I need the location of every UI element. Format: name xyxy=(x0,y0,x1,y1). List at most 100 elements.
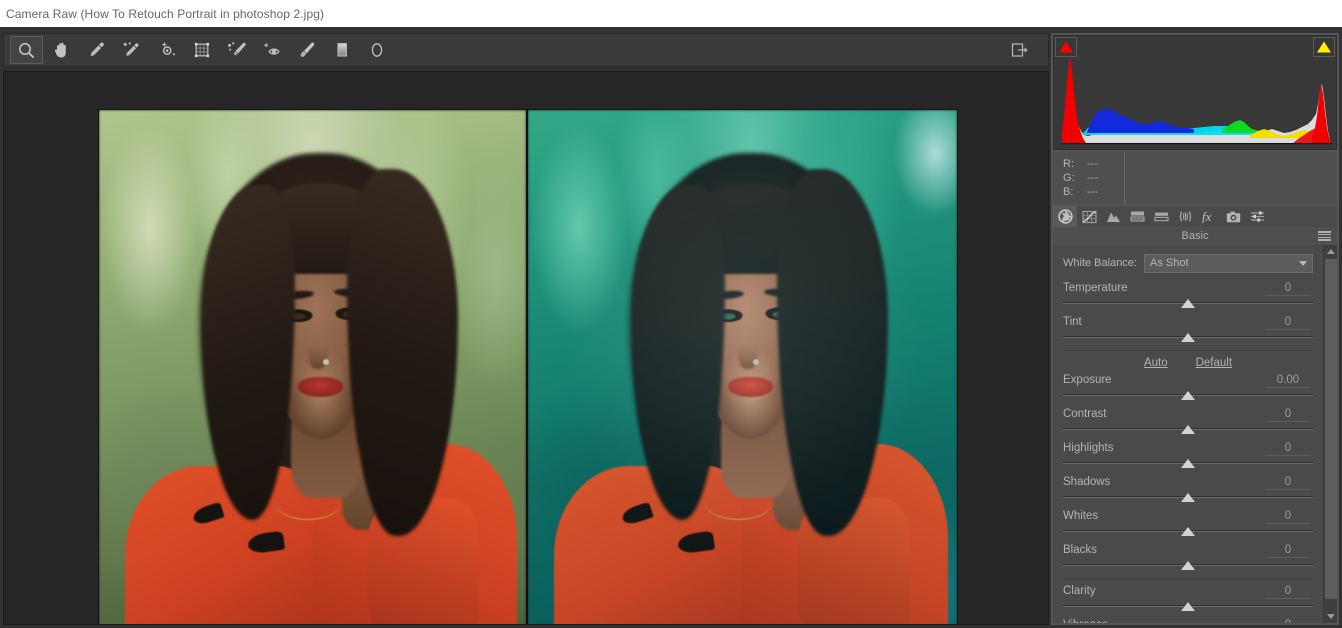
tab-lens-corrections[interactable] xyxy=(1173,206,1197,227)
slider-thumb[interactable] xyxy=(1181,602,1195,611)
graduated-filter-tool[interactable] xyxy=(325,36,358,64)
slider-shadows: Shadows 0 xyxy=(1063,476,1313,502)
slider-track[interactable] xyxy=(1063,561,1313,570)
tab-camera-calibration[interactable] xyxy=(1221,206,1245,227)
split-toning-icon xyxy=(1153,212,1169,222)
slider-track[interactable] xyxy=(1063,299,1313,308)
svg-text:fx: fx xyxy=(1202,210,1212,223)
color-sampler-tool[interactable] xyxy=(115,36,148,64)
panel-menu-icon[interactable] xyxy=(1318,231,1331,241)
rgb-row-r: R: --- xyxy=(1063,157,1124,171)
slider-value[interactable]: 0 xyxy=(1265,316,1311,330)
slider-value[interactable]: 0 xyxy=(1265,408,1311,422)
preview-canvas[interactable] xyxy=(3,71,1049,625)
camera-icon xyxy=(1226,211,1240,222)
slider-value[interactable]: 0 xyxy=(1265,619,1311,623)
slider-thumb[interactable] xyxy=(1181,425,1195,434)
camera-raw-window: R: --- G: --- B: --- fx Basic White Bala… xyxy=(0,27,1342,628)
white-balance-select[interactable]: As Shot xyxy=(1143,253,1313,273)
nose-stud xyxy=(752,359,760,365)
white-balance-value: As Shot xyxy=(1149,257,1189,269)
scroll-down-arrow-icon[interactable] xyxy=(1324,610,1338,623)
tab-effects[interactable]: fx xyxy=(1197,206,1221,227)
slider-whites: Whites 0 xyxy=(1063,510,1313,536)
spot-removal-tool[interactable] xyxy=(220,36,253,64)
rgb-row-g: G: --- xyxy=(1063,171,1124,185)
slider-value[interactable]: 0 xyxy=(1265,476,1311,490)
slider-thumb[interactable] xyxy=(1181,459,1195,468)
radial-filter-tool[interactable] xyxy=(360,36,393,64)
shadow-clipping-triangle-icon xyxy=(1059,41,1073,53)
slider-thumb[interactable] xyxy=(1181,333,1195,342)
tab-hsl-grayscale[interactable] xyxy=(1125,206,1149,227)
slider-exposure: Exposure 0.00 xyxy=(1063,374,1313,400)
panel-divider xyxy=(1063,578,1313,579)
slider-track[interactable] xyxy=(1063,493,1313,502)
slider-track[interactable] xyxy=(1063,602,1313,611)
before-after-preview[interactable] xyxy=(99,110,957,624)
auto-link[interactable]: Auto xyxy=(1144,357,1168,369)
toggle-fullscreen-button[interactable] xyxy=(1003,36,1036,64)
crop-tool[interactable] xyxy=(185,36,218,64)
slider-track[interactable] xyxy=(1063,333,1313,342)
slider-value[interactable]: 0 xyxy=(1265,442,1311,456)
slider-label: Contrast xyxy=(1063,408,1107,420)
targeted-adjustment-tool[interactable] xyxy=(150,36,183,64)
slider-value[interactable]: 0 xyxy=(1265,585,1311,599)
slider-value[interactable]: 0 xyxy=(1265,544,1311,558)
panel-title: Basic xyxy=(1181,230,1209,242)
shadow-clipping-warning-button[interactable] xyxy=(1055,37,1077,57)
slider-track[interactable] xyxy=(1063,425,1313,434)
panel-scrollbar[interactable] xyxy=(1323,245,1337,623)
red-eye-removal-tool[interactable] xyxy=(255,36,288,64)
slider-thumb[interactable] xyxy=(1181,493,1195,502)
slider-thumb[interactable] xyxy=(1181,527,1195,536)
highlight-clipping-warning-button[interactable] xyxy=(1313,37,1335,57)
tab-detail[interactable] xyxy=(1101,206,1125,227)
presets-sliders-icon xyxy=(1250,211,1264,222)
slider-label: Temperature xyxy=(1063,282,1128,294)
slider-vibrance: Vibrance 0 xyxy=(1063,619,1313,623)
adjustment-brush-tool[interactable] xyxy=(290,36,323,64)
preview-after-image[interactable] xyxy=(528,110,957,624)
slider-track[interactable] xyxy=(1063,391,1313,400)
panel-header: Basic xyxy=(1053,227,1337,245)
zoom-tool[interactable] xyxy=(10,36,43,64)
rgb-value-g: --- xyxy=(1087,172,1098,184)
default-link[interactable]: Default xyxy=(1196,357,1232,369)
slider-thumb[interactable] xyxy=(1181,391,1195,400)
slider-value[interactable]: 0 xyxy=(1265,510,1311,524)
scroll-up-arrow-icon[interactable] xyxy=(1324,245,1338,258)
slider-label: Highlights xyxy=(1063,442,1114,454)
tab-presets[interactable] xyxy=(1245,206,1269,227)
rgb-row-b: B: --- xyxy=(1063,185,1124,199)
slider-thumb[interactable] xyxy=(1181,561,1195,570)
white-balance-tool[interactable] xyxy=(80,36,113,64)
slider-value[interactable]: 0.00 xyxy=(1265,374,1311,388)
rgb-label-g: G: xyxy=(1063,172,1075,184)
tab-split-toning[interactable] xyxy=(1149,206,1173,227)
rgb-label-b: B: xyxy=(1063,186,1074,198)
toolbar xyxy=(3,33,1049,67)
slider-label: Clarity xyxy=(1063,585,1096,597)
slider-value[interactable]: 0 xyxy=(1265,282,1311,296)
tab-tone-curve[interactable] xyxy=(1077,206,1101,227)
slider-highlights: Highlights 0 xyxy=(1063,442,1313,468)
slider-contrast: Contrast 0 xyxy=(1063,408,1313,434)
hand-tool[interactable] xyxy=(45,36,78,64)
panel-tab-strip: fx xyxy=(1053,206,1337,227)
tab-basic[interactable] xyxy=(1053,206,1077,227)
rgb-value-r: --- xyxy=(1087,158,1098,170)
preview-before-image[interactable] xyxy=(99,110,528,624)
auto-default-links: Auto Default xyxy=(1063,357,1313,369)
scrollbar-thumb[interactable] xyxy=(1325,259,1337,599)
slider-tint: Tint 0 xyxy=(1063,316,1313,342)
slider-label: Vibrance xyxy=(1063,619,1108,623)
rgb-readout: R: --- G: --- B: --- xyxy=(1053,152,1337,204)
slider-thumb[interactable] xyxy=(1181,299,1195,308)
slider-track[interactable] xyxy=(1063,459,1313,468)
slider-track[interactable] xyxy=(1063,527,1313,536)
detail-mountains-icon xyxy=(1106,212,1120,222)
histogram[interactable] xyxy=(1053,35,1337,150)
rgb-label-r: R: xyxy=(1063,158,1074,170)
